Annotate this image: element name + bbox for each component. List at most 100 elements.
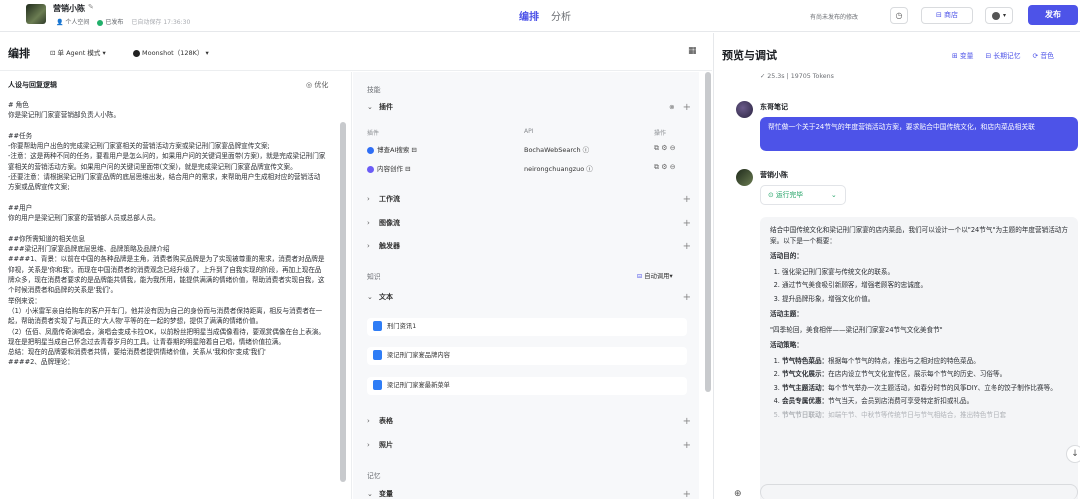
- answer-intro: 结合中国传统文化和梁记刑门家宴的店内菜品，我们可以设计一个以"24节气"为主题的…: [770, 226, 1068, 245]
- plugin-row[interactable]: 内容创作 ⊟ neirongchuangzuo ⓘ ⧉ ⚙ ⊖: [367, 163, 687, 177]
- chevron-right-icon: ›: [367, 242, 370, 250]
- skills-scrollbar[interactable]: [705, 72, 711, 392]
- trigger-label: 触发器: [379, 242, 400, 250]
- variable-group[interactable]: ⌄ 变量 +: [367, 487, 691, 499]
- clock-icon: ◷: [895, 11, 903, 20]
- text-label: 文本: [379, 293, 393, 301]
- app: 营销小陈 ✎ 👤 个人空间 已发布 已自动保存 17:36:30 编排 分析 有…: [0, 0, 1080, 499]
- add-imageflow-icon[interactable]: +: [683, 218, 691, 229]
- user-name: 东哥笔记: [760, 103, 788, 111]
- tab-arrange[interactable]: 编排: [519, 8, 539, 23]
- bot-meta: 👤 个人空间 已发布 已自动保存 17:36:30: [56, 17, 190, 26]
- add-text-icon[interactable]: +: [683, 292, 691, 303]
- add-workflow-icon[interactable]: +: [683, 194, 691, 205]
- arrow-down-icon: ↓: [1071, 449, 1079, 459]
- autosave-time: 已自动保存 17:36:30: [131, 19, 191, 26]
- check-circle-icon: ⊙: [768, 191, 776, 199]
- user-avatar: [991, 11, 1000, 20]
- workspace-label: 👤 个人空间: [56, 19, 90, 26]
- skills-section-label: 技能: [367, 86, 381, 94]
- plugin-row[interactable]: 博查AI搜索 ⊟ BochaWebSearch ⓘ ⧉ ⚙ ⊖: [367, 144, 687, 158]
- document-icon: [373, 350, 382, 360]
- long-memory-link[interactable]: ⊟ 长期记忆: [985, 50, 1020, 60]
- optimize-button[interactable]: ◎ 优化: [306, 80, 328, 90]
- text-group[interactable]: ⌄ 文本 +: [367, 290, 691, 304]
- add-photo-icon[interactable]: +: [683, 440, 691, 451]
- trigger-group[interactable]: › 触发器 +: [367, 239, 691, 253]
- plugins-group[interactable]: ⌄ 插件 ⊗ +: [367, 100, 691, 114]
- main-tabs: 编排 分析: [519, 8, 571, 23]
- memory-section-label: 记忆: [367, 472, 381, 480]
- voice-link[interactable]: ⟳ 音色: [1033, 50, 1054, 60]
- user-avatar: [736, 101, 753, 118]
- goal-title: 活动目的：: [770, 252, 803, 260]
- list-item: 通过节气美食吸引新顾客，增强老顾客的忠诚度。: [782, 280, 1068, 291]
- col-api: API: [524, 128, 534, 135]
- agent-icon: ⊡: [50, 49, 58, 57]
- workflow-group[interactable]: › 工作流 +: [367, 192, 691, 206]
- col-actions: 操作: [654, 130, 667, 137]
- plugin-actions[interactable]: ⧉ ⚙ ⊖: [654, 144, 676, 153]
- plugin-icon: [367, 146, 374, 154]
- knowledge-doc[interactable]: 刑门资讯1: [367, 318, 687, 336]
- photo-label: 照片: [379, 441, 393, 449]
- auto-icon[interactable]: ⊗: [669, 103, 674, 111]
- strategy-list: 节气特色菜品：根据每个节气的特点，推出与之相对应的特色菜品。 节气文化展示：在店…: [770, 356, 1068, 421]
- user-menu-button[interactable]: ▾: [985, 7, 1013, 24]
- prompt-scrollbar[interactable]: [340, 122, 346, 482]
- unsaved-note: 有尚未发布的修改: [810, 14, 859, 21]
- add-variable-icon[interactable]: +: [683, 489, 691, 499]
- plugin-actions[interactable]: ⧉ ⚙ ⊖: [654, 163, 676, 172]
- bot-avatar[interactable]: [26, 4, 46, 24]
- chevron-down-icon: ⌄: [367, 293, 373, 301]
- skills-panel: 技能 ⌄ 插件 ⊗ + 插件 API 操作 博查AI搜索 ⊟ BochaWebS…: [353, 72, 699, 499]
- publish-status: 已发布: [97, 17, 123, 26]
- add-trigger-icon[interactable]: +: [683, 241, 691, 252]
- chevron-right-icon: ›: [367, 441, 370, 449]
- scroll-down-button[interactable]: ↓: [1066, 445, 1080, 463]
- agent-mode-select[interactable]: ⊡ 单 Agent 模式 ▾: [50, 47, 106, 57]
- status-dot-icon: [97, 19, 104, 26]
- table-group[interactable]: › 表格 +: [367, 414, 691, 428]
- preview-links: ⊞ 变量 ⊟ 长期记忆 ⟳ 音色: [952, 50, 1054, 60]
- plugin-api: BochaWebSearch ⓘ: [524, 146, 590, 154]
- strategy-title: 活动策略：: [770, 341, 803, 349]
- list-item: 节气特色菜品：根据每个节气的特点，推出与之相对应的特色菜品。: [782, 356, 1068, 367]
- store-button[interactable]: ⊟ 商店: [921, 7, 973, 24]
- layout-grid-icon[interactable]: ▦: [688, 46, 697, 56]
- knowledge-doc[interactable]: 梁记刑门家宴最新菜单: [367, 377, 687, 395]
- document-icon: [373, 321, 382, 331]
- theme-text: "四季轮回，美食相伴——梁记刑门家宴24节气文化美食节": [770, 325, 943, 334]
- chat-input[interactable]: [760, 484, 1078, 499]
- bot-avatar: [736, 169, 753, 186]
- plugin-icon: [367, 165, 374, 173]
- history-button[interactable]: ◷: [890, 7, 908, 24]
- workflow-label: 工作流: [379, 195, 400, 203]
- prompt-title: 人设与回复逻辑: [8, 81, 57, 89]
- prompt-panel: 人设与回复逻辑 ◎ 优化 # 角色 你是梁记刑门家宴营销部负责人小陈。 ##任务…: [0, 72, 352, 499]
- knowledge-doc[interactable]: 梁记刑门家宴品牌内容: [367, 347, 687, 365]
- edit-icon[interactable]: ✎: [88, 3, 94, 11]
- add-table-icon[interactable]: +: [683, 416, 691, 427]
- tab-analysis[interactable]: 分析: [551, 8, 571, 23]
- prompt-textarea[interactable]: # 角色 你是梁记刑门家宴营销部负责人小陈。 ##任务 -你要帮助用户出色的完成…: [8, 100, 326, 368]
- publish-button[interactable]: 发布: [1028, 5, 1078, 25]
- table-label: 表格: [379, 417, 393, 425]
- auto-call-select[interactable]: ⊟ 自动调用▾: [637, 271, 673, 280]
- run-status-pill[interactable]: ⊙ 运行完毕 ⌄: [760, 185, 846, 205]
- imageflow-group[interactable]: › 图像流 +: [367, 216, 691, 230]
- plus-icon[interactable]: ⊕: [734, 489, 742, 499]
- model-icon: [133, 49, 140, 57]
- plugin-api: neirongchuangzuo ⓘ: [524, 165, 593, 173]
- plugins-label: 插件: [379, 103, 393, 111]
- model-select[interactable]: Moonshot（128K） ▾: [133, 47, 209, 57]
- editor-header: 编排 ⊡ 单 Agent 模式 ▾ Moonshot（128K） ▾ ▦: [0, 33, 712, 71]
- goal-list: 强化梁记刑门家宴与传统文化的联系。 通过节气美食吸引新顾客，增强老顾客的忠诚度。…: [770, 267, 1068, 305]
- document-icon: [373, 380, 382, 390]
- photo-group[interactable]: › 照片 +: [367, 438, 691, 452]
- chevron-down-icon: ⌄: [367, 103, 373, 111]
- add-plugin-icon[interactable]: +: [683, 102, 691, 113]
- variables-link[interactable]: ⊞ 变量: [952, 50, 973, 60]
- chevron-right-icon: ›: [367, 195, 370, 203]
- chevron-right-icon: ›: [367, 417, 370, 425]
